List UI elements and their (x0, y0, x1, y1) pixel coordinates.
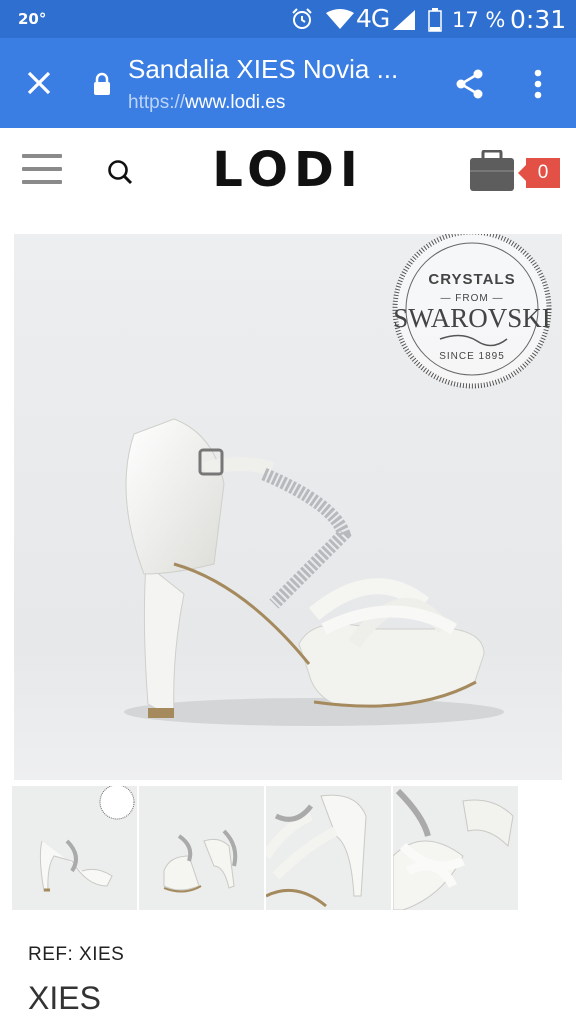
close-icon (27, 71, 51, 95)
share-button[interactable] (448, 62, 492, 106)
thumbnail-4-image (393, 786, 518, 910)
battery-percentage: 17 % (452, 8, 506, 32)
cart-count-badge[interactable]: 0 (518, 158, 560, 188)
thumbnail-strip (12, 786, 520, 910)
product-name: XIES (28, 980, 101, 1016)
more-options-button[interactable] (520, 62, 556, 106)
badge-text-crystals: CRYSTALS (428, 271, 515, 288)
status-bar: 20° 4G 17 % 0:31 (0, 0, 576, 38)
thumbnail-1-image (12, 786, 137, 910)
thumbnail-2-image (139, 786, 264, 910)
thumbnail-1[interactable] (12, 786, 137, 910)
lock-icon (94, 72, 110, 95)
page-url[interactable]: https://www.lodi.es (128, 92, 285, 114)
url-host: www.lodi.es (185, 92, 286, 113)
product-reference: REF: XIES (28, 944, 125, 965)
battery-icon (428, 8, 442, 32)
badge-text-since: SINCE 1895 (439, 351, 505, 362)
clock: 0:31 (510, 5, 567, 34)
site-header: LODI 0 (0, 128, 576, 218)
alarm-icon (292, 8, 312, 29)
cell-signal-icon (393, 10, 415, 30)
product-main-image[interactable]: CRYSTALS — FROM — SWAROVSKI SINCE 1895 (14, 234, 562, 780)
network-type: 4G (356, 4, 390, 33)
badge-text-swarovski: SWAROVSKI (393, 303, 551, 333)
shopping-bag-icon[interactable] (468, 150, 516, 192)
sandal-photo: CRYSTALS — FROM — SWAROVSKI SINCE 1895 (14, 234, 562, 780)
thumbnail-3-image (266, 786, 391, 910)
wifi-icon (326, 9, 354, 29)
thumbnail-2[interactable] (139, 786, 264, 910)
share-icon (456, 69, 483, 99)
more-vert-icon (534, 69, 542, 99)
temperature-readout: 20° (18, 10, 47, 28)
page-title: Sandalia XIES Novia ... (128, 54, 399, 84)
browser-toolbar: Sandalia XIES Novia ... https://www.lodi… (0, 38, 576, 128)
close-button[interactable] (18, 62, 60, 104)
thumbnail-3[interactable] (266, 786, 391, 910)
url-scheme: https:// (128, 92, 186, 113)
thumbnail-4[interactable] (393, 786, 518, 910)
